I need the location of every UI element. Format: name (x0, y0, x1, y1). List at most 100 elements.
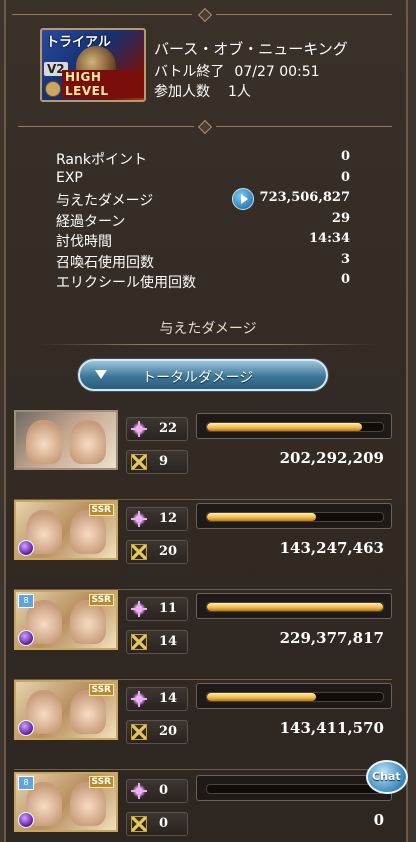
turn-count-value: 14 (159, 634, 178, 649)
hit-count-value: 0 (159, 783, 169, 798)
element-dark-icon (18, 540, 34, 556)
chat-button[interactable]: Chat (366, 760, 408, 794)
damage-bar-fill (207, 423, 362, 431)
party-member-row: SSR 14 20 143,411,570 (14, 680, 392, 770)
sparkle-icon (131, 421, 147, 437)
damage-value: 0 (373, 811, 384, 829)
stat-label: Rankポイント (56, 152, 147, 168)
damage-bar-fill (207, 603, 383, 611)
stat-rank-points: Rankポイント 0 (56, 149, 350, 170)
stat-value: 0 (340, 272, 350, 287)
stat-value: 0 (340, 169, 350, 185)
element-dark-icon (18, 720, 34, 736)
damage-bar (196, 593, 392, 619)
damage-bar (196, 683, 392, 709)
hit-count: 12 (126, 507, 188, 531)
rank-up-icon: 8 (18, 594, 34, 608)
play-icon[interactable] (232, 188, 254, 210)
crossed-swords-icon (131, 634, 147, 650)
turn-count-value: 20 (159, 724, 178, 739)
turn-count: 20 (126, 540, 188, 564)
character-portrait[interactable]: SSR (14, 500, 118, 560)
party-member-row: SSR 12 20 143,247,463 (14, 500, 392, 590)
element-dark-icon (18, 630, 34, 646)
crossed-swords-icon (131, 816, 147, 832)
character-portrait[interactable]: 8 SSR (14, 590, 118, 650)
damage-bar-fill (207, 513, 317, 521)
battle-datetime: 07/27 00:51 (234, 64, 320, 80)
damage-section-title: 与えたダメージ (159, 321, 257, 337)
party-member-row: 22 9 202,292,209 (14, 410, 392, 500)
quest-thumbnail: トライアル V2 HIGH LEVEL (40, 28, 146, 102)
element-dark-icon (18, 812, 34, 828)
row-divider (14, 769, 392, 770)
ssr-badge-icon: SSR (88, 594, 114, 606)
character-face (70, 690, 106, 734)
divider-ornament (12, 119, 404, 135)
character-portrait[interactable] (14, 410, 118, 470)
ssr-badge-icon: SSR (88, 504, 114, 516)
damage-type-dropdown[interactable]: トータルダメージ (78, 359, 328, 391)
damage-value: 229,377,817 (279, 629, 384, 647)
ssr-badge-icon: SSR (88, 776, 114, 788)
participants-label: 参加人数 (154, 84, 210, 100)
party-member-row: 8 SSR 11 14 229,377,817 (14, 590, 392, 680)
section-divider (40, 344, 376, 345)
character-portrait[interactable]: SSR (14, 680, 118, 740)
damage-value: 202,292,209 (279, 449, 384, 467)
character-portrait[interactable]: 8 SSR (14, 772, 118, 832)
dropdown-label: トータルダメージ (142, 370, 254, 386)
stat-clear-time: 討伐時間 14:34 (56, 231, 350, 252)
rank-up-icon: 8 (18, 776, 34, 790)
hit-count-value: 12 (159, 511, 178, 526)
character-face (70, 510, 106, 554)
turn-count-value: 20 (159, 544, 178, 559)
quest-title: バース・オブ・ニューキング (154, 40, 348, 58)
hit-count: 22 (126, 417, 188, 441)
stat-exp: EXP 0 (56, 170, 350, 191)
stat-turns: 経過ターン 29 (56, 211, 350, 232)
character-face (70, 600, 106, 644)
crossed-swords-icon (131, 724, 147, 740)
hit-count-value: 22 (159, 421, 178, 436)
damage-bar (196, 503, 392, 529)
participants-value: 1人 (228, 84, 251, 100)
turn-count-value: 9 (159, 454, 169, 469)
sparkle-icon (131, 511, 147, 527)
triangle-down-icon (95, 370, 107, 379)
damage-value: 143,411,570 (279, 719, 384, 737)
stat-damage-dealt: 与えたダメージ 723,506,827 (56, 188, 350, 211)
crossed-swords-icon (131, 544, 147, 560)
stat-label: エリクシール使用回数 (56, 275, 196, 291)
turn-count: 14 (126, 630, 188, 654)
hit-count: 0 (126, 779, 188, 803)
sparkle-icon (131, 601, 147, 617)
hit-count: 11 (126, 597, 188, 621)
turn-count: 20 (126, 720, 188, 744)
stat-value: 723,506,827 (259, 190, 350, 205)
stat-label: 討伐時間 (56, 234, 112, 250)
hit-count: 14 (126, 687, 188, 711)
stat-label: EXP (56, 169, 83, 186)
turn-count: 9 (126, 450, 188, 474)
stat-value: 14:34 (309, 231, 350, 246)
quest-status: バトル終了 07/27 00:51 (154, 61, 320, 81)
character-face (70, 782, 106, 826)
character-face (26, 420, 62, 464)
stat-value: 3 (340, 251, 350, 267)
stat-label: 与えたダメージ (56, 193, 154, 209)
result-stats: Rankポイント 0 EXP 0 与えたダメージ 723,506,827 経過タ… (56, 149, 350, 293)
stat-label: 召喚石使用回数 (56, 254, 154, 271)
stat-value: 0 (340, 149, 350, 164)
chat-label: Chat (372, 770, 401, 783)
hit-count-value: 14 (159, 691, 178, 706)
level-badge: HIGH LEVEL (62, 70, 144, 98)
damage-bar (196, 775, 392, 801)
ssr-badge-icon: SSR (88, 684, 114, 696)
quest-header: トライアル V2 HIGH LEVEL バース・オブ・ニューキング バトル終了 0… (40, 28, 400, 108)
participants: 参加人数 1人 (154, 81, 251, 101)
party-member-row: 8 SSR 0 0 0 (14, 772, 392, 842)
turn-count: 0 (126, 812, 188, 836)
damage-bar-fill (207, 693, 317, 701)
sparkle-icon (131, 691, 147, 707)
